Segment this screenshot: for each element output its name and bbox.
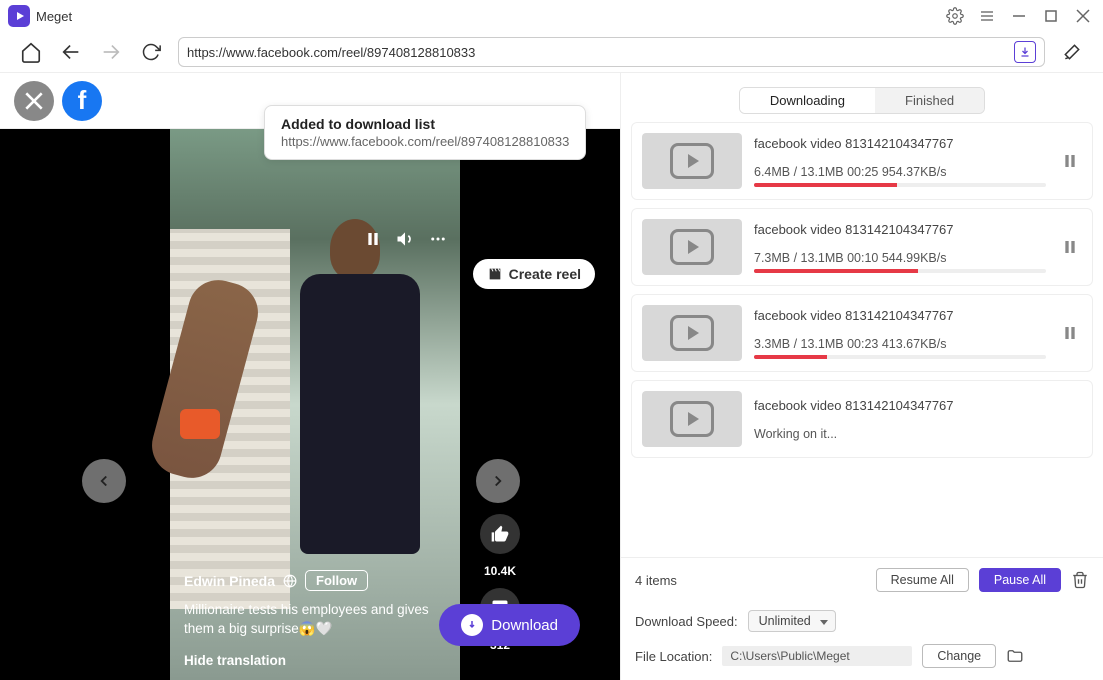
home-icon[interactable]: [18, 39, 44, 65]
browser-pane: f Added to download list https://www.fac…: [0, 73, 620, 680]
download-arrow-icon: [461, 614, 483, 636]
tab-downloading[interactable]: Downloading: [740, 88, 875, 113]
item-count: 4 items: [635, 573, 677, 588]
more-icon[interactable]: [429, 230, 447, 248]
toast-title: Added to download list: [281, 116, 569, 132]
toast-url: https://www.facebook.com/reel/8974081288…: [281, 134, 569, 149]
pause-all-button[interactable]: Pause All: [979, 568, 1061, 592]
back-icon[interactable]: [58, 39, 84, 65]
url-bar[interactable]: [178, 37, 1045, 67]
app-title: Meget: [36, 9, 72, 24]
download-item[interactable]: facebook video 813142104347767 Working on…: [631, 380, 1093, 458]
forward-icon[interactable]: [98, 39, 124, 65]
toolbar: [0, 32, 1103, 72]
download-item[interactable]: facebook video 813142104347767 7.3MB / 13…: [631, 208, 1093, 286]
close-button[interactable]: [1071, 4, 1095, 28]
download-button[interactable]: Download: [439, 604, 580, 646]
download-thumbnail: [642, 133, 742, 189]
download-item[interactable]: facebook video 813142104347767 3.3MB / 13…: [631, 294, 1093, 372]
facebook-tab[interactable]: f: [62, 81, 102, 121]
download-title: facebook video 813142104347767: [754, 136, 1046, 151]
url-input[interactable]: [187, 45, 1014, 60]
globe-icon: [283, 574, 297, 588]
hide-translation-button[interactable]: Hide translation: [184, 653, 454, 668]
download-thumbnail: [642, 391, 742, 447]
reload-icon[interactable]: [138, 39, 164, 65]
downloads-tabs: Downloading Finished: [621, 73, 1103, 122]
minimize-button[interactable]: [1007, 4, 1031, 28]
download-stats: 6.4MB / 13.1MB 00:25 954.37KB/s: [754, 165, 1046, 179]
delete-all-icon[interactable]: [1071, 571, 1089, 589]
create-reel-label: Create reel: [509, 266, 581, 282]
speed-select[interactable]: Unlimited: [748, 610, 836, 632]
downloads-list: facebook video 813142104347767 6.4MB / 13…: [621, 122, 1103, 557]
download-title: facebook video 813142104347767: [754, 308, 1046, 323]
downloads-footer: 4 items Resume All Pause All: [621, 557, 1103, 602]
download-toast: Added to download list https://www.faceb…: [264, 105, 586, 160]
pause-icon[interactable]: [365, 231, 381, 247]
location-row: File Location: C:\Users\Public\Meget Cha…: [621, 640, 1103, 680]
download-title: facebook video 813142104347767: [754, 398, 1082, 413]
menu-icon[interactable]: [975, 4, 999, 28]
video-area: Create reel 10.4K 312 627: [0, 129, 620, 680]
open-folder-icon[interactable]: [1006, 647, 1024, 665]
pause-download-icon[interactable]: [1058, 153, 1082, 169]
reel-info: Edwin Pineda Follow Millionaire tests hi…: [184, 570, 454, 668]
reel-side-actions: 10.4K 312 627: [480, 514, 520, 680]
main-area: f Added to download list https://www.fac…: [0, 72, 1103, 680]
create-reel-button[interactable]: Create reel: [473, 259, 595, 289]
resume-all-button[interactable]: Resume All: [876, 568, 969, 592]
download-thumbnail: [642, 219, 742, 275]
speed-label: Download Speed:: [635, 614, 738, 629]
titlebar: Meget: [0, 0, 1103, 32]
download-progress: [754, 183, 1046, 187]
location-input[interactable]: C:\Users\Public\Meget: [722, 646, 912, 666]
next-reel-button[interactable]: [476, 459, 520, 503]
download-progress: [754, 355, 1046, 359]
location-label: File Location:: [635, 649, 712, 664]
pause-download-icon[interactable]: [1058, 239, 1082, 255]
reel-username[interactable]: Edwin Pineda: [184, 573, 275, 589]
download-stats: Working on it...: [754, 427, 1082, 441]
volume-icon[interactable]: [395, 229, 415, 249]
like-count: 10.4K: [484, 564, 516, 578]
download-item[interactable]: facebook video 813142104347767 6.4MB / 13…: [631, 122, 1093, 200]
change-location-button[interactable]: Change: [922, 644, 996, 668]
download-url-icon[interactable]: [1014, 41, 1036, 63]
pause-download-icon[interactable]: [1058, 325, 1082, 341]
download-thumbnail: [642, 305, 742, 361]
tab-finished[interactable]: Finished: [875, 88, 984, 113]
download-stats: 3.3MB / 13.1MB 00:23 413.67KB/s: [754, 337, 1046, 351]
brush-icon[interactable]: [1059, 39, 1085, 65]
follow-button[interactable]: Follow: [305, 570, 368, 591]
maximize-button[interactable]: [1039, 4, 1063, 28]
settings-icon[interactable]: [943, 4, 967, 28]
download-stats: 7.3MB / 13.1MB 00:10 544.99KB/s: [754, 251, 1046, 265]
prev-reel-button[interactable]: [82, 459, 126, 503]
reel-caption: Millionaire tests his employees and give…: [184, 601, 454, 639]
clapperboard-icon: [487, 266, 503, 282]
speed-row: Download Speed: Unlimited: [621, 602, 1103, 640]
download-button-label: Download: [491, 617, 558, 634]
like-button[interactable]: [480, 514, 520, 554]
app-logo: [8, 5, 30, 27]
download-progress: [754, 269, 1046, 273]
close-tab-button[interactable]: [14, 81, 54, 121]
downloads-pane: Downloading Finished facebook video 8131…: [620, 73, 1103, 680]
download-title: facebook video 813142104347767: [754, 222, 1046, 237]
